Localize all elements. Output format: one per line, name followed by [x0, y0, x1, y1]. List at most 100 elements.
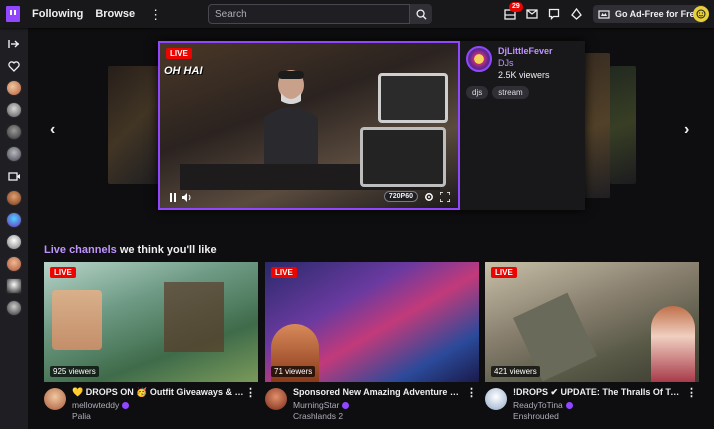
go-ad-free-label: Go Ad-Free for Free: [615, 9, 700, 19]
settings-button[interactable]: [424, 192, 434, 202]
viewer-count: 71 viewers: [271, 366, 316, 377]
recommended-channels-camera[interactable]: [6, 168, 22, 184]
tag-chip[interactable]: stream: [492, 86, 529, 99]
recommended-channel-avatar[interactable]: [6, 234, 22, 250]
gear-icon: [425, 193, 433, 201]
game-house: [164, 282, 224, 352]
heart-icon: [8, 60, 20, 72]
whispers-button[interactable]: [524, 5, 540, 23]
more-menu-icon[interactable]: ⋮: [149, 8, 162, 21]
tag-chip[interactable]: djs: [466, 86, 489, 99]
live-badge: LIVE: [271, 267, 297, 278]
viewer-count: 925 viewers: [50, 366, 99, 377]
chat-bubble-icon: [548, 8, 560, 20]
featured-video-player[interactable]: LIVE OH HAI 720P60: [158, 41, 460, 210]
channel-name-row: mellowteddy: [72, 400, 130, 410]
card-more-options-icon[interactable]: ⋮: [245, 386, 256, 399]
recommended-channel-avatar[interactable]: [6, 278, 22, 294]
carousel-side-card[interactable]: [584, 53, 610, 198]
stream-card-meta: Sponsored New Amazing Adventure Game... …: [265, 382, 479, 422]
main-content: ‹ › LIVE OH HAI 720P60 DjLittleFever DJs…: [28, 28, 714, 429]
collapse-arrow-icon: [8, 40, 19, 48]
followed-channel-avatar[interactable]: [6, 146, 22, 162]
card-more-options-icon[interactable]: ⋮: [686, 386, 697, 399]
section-heading-accent[interactable]: Live channels: [44, 244, 117, 256]
viewer-count: 2.5K viewers: [498, 70, 550, 80]
webcam-overlay: [651, 306, 695, 382]
live-badge: LIVE: [166, 48, 192, 59]
top-action-icons: 29: [502, 2, 584, 23]
quality-badge[interactable]: 720P60: [383, 191, 418, 202]
featured-stream-card: LIVE OH HAI 720P60 DjLittleFever DJs 2.5…: [158, 41, 585, 210]
recommended-channel-avatar[interactable]: [6, 212, 22, 228]
bits-button[interactable]: [568, 5, 584, 23]
partner-verified-icon: [122, 401, 130, 409]
fullscreen-icon: [440, 192, 450, 202]
partner-verified-icon: [342, 401, 350, 409]
followed-channel-avatar[interactable]: [6, 80, 22, 96]
carousel-next-button[interactable]: ›: [684, 121, 689, 139]
channel-name[interactable]: mellowteddy: [72, 400, 119, 410]
partner-verified-icon: [565, 401, 573, 409]
video-camera-icon: [7, 171, 20, 181]
stream-title[interactable]: 💛 DROPS ON 🥳 Outfit Giveaways & Elderwoo…: [72, 387, 244, 398]
channel-avatar[interactable]: [485, 388, 507, 410]
carousel-prev-button[interactable]: ‹: [50, 121, 55, 139]
expand-sidebar-button[interactable]: [6, 36, 22, 52]
section-heading-rest: we think you'll like: [116, 244, 217, 256]
channel-name[interactable]: MurningStar: [293, 400, 339, 410]
stream-card-meta: 💛 DROPS ON 🥳 Outfit Giveaways & Elderwoo…: [44, 382, 258, 422]
followed-channels-heart[interactable]: [6, 58, 22, 74]
search-button[interactable]: [410, 4, 432, 24]
channel-avatar[interactable]: [466, 46, 492, 72]
browse-link[interactable]: Browse: [95, 8, 135, 20]
fullscreen-button[interactable]: [440, 192, 450, 202]
category-link[interactable]: DJs: [498, 58, 514, 68]
stream-card[interactable]: LIVE 421 viewers !DROPS ✔ UPDATE: The Th…: [485, 262, 699, 422]
recommended-channel-avatar[interactable]: [6, 256, 22, 272]
stream-thumbnail[interactable]: LIVE 925 viewers: [44, 262, 258, 382]
section-heading: Live channels we think you'll like: [44, 244, 217, 256]
stream-thumbnail[interactable]: LIVE 421 viewers: [485, 262, 699, 382]
stream-title[interactable]: !DROPS ✔ UPDATE: The Thralls Of Twilight: [513, 387, 685, 398]
stream-card[interactable]: LIVE 925 viewers 💛 DROPS ON 🥳 Outfit Giv…: [44, 262, 258, 422]
top-navigation-bar: Following Browse ⋮ 29 Go Ad-Free for Fre…: [0, 0, 714, 28]
card-more-options-icon[interactable]: ⋮: [466, 386, 477, 399]
channel-name[interactable]: DjLittleFever: [498, 46, 553, 56]
chat-button[interactable]: [546, 5, 562, 23]
live-badge: LIVE: [491, 267, 517, 278]
webcam-overlay: [52, 290, 102, 350]
followed-channel-avatar[interactable]: [6, 102, 22, 118]
user-avatar[interactable]: [693, 6, 709, 22]
mute-button[interactable]: [182, 192, 192, 202]
search-input[interactable]: [208, 4, 410, 24]
game-name[interactable]: Palia: [72, 411, 91, 421]
pause-icon: [170, 192, 176, 202]
carousel-side-card[interactable]: [108, 66, 160, 184]
followed-channel-avatar[interactable]: [6, 124, 22, 140]
channel-name-row: ReadyToTina: [513, 400, 573, 410]
game-name[interactable]: Enshrouded: [513, 411, 559, 421]
recommended-channel-avatar[interactable]: [6, 190, 22, 206]
tag-list: djs stream: [466, 86, 529, 99]
stream-card[interactable]: LIVE 71 viewers Sponsored New Amazing Ad…: [265, 262, 479, 422]
stream-title[interactable]: Sponsored New Amazing Adventure Game...: [293, 387, 465, 397]
recommended-channel-avatar[interactable]: [6, 300, 22, 316]
channel-avatar[interactable]: [44, 388, 66, 410]
go-ad-free-button[interactable]: Go Ad-Free for Free: [593, 5, 706, 23]
viewer-count: 421 viewers: [491, 366, 540, 377]
channel-avatar[interactable]: [265, 388, 287, 410]
stream-overlay-text: OH HAI: [164, 65, 203, 77]
game-name[interactable]: Crashlands 2: [293, 411, 343, 421]
channel-name[interactable]: ReadyToTina: [513, 400, 563, 410]
stream-thumbnail[interactable]: LIVE 71 viewers: [265, 262, 479, 382]
notifications-button[interactable]: 29: [502, 2, 523, 23]
following-link[interactable]: Following: [32, 8, 83, 20]
collapsed-sidebar: [0, 28, 28, 429]
user-face-icon: [696, 9, 706, 19]
twitch-logo-icon[interactable]: [6, 6, 20, 22]
notification-badge: 29: [509, 2, 523, 12]
retro-tv-monitor: [360, 127, 446, 187]
carousel-side-card[interactable]: [610, 66, 636, 184]
pause-button[interactable]: [168, 192, 178, 202]
